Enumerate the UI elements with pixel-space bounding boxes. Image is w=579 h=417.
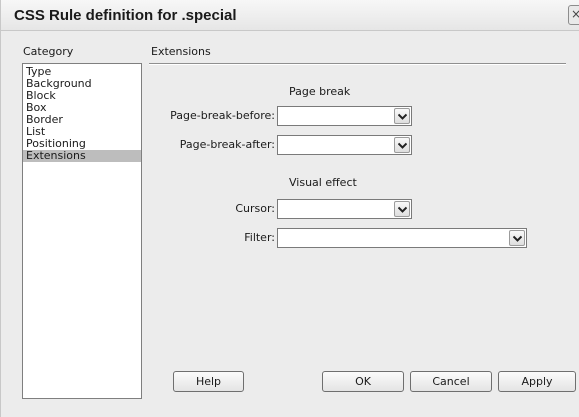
page-break-after-select[interactable] (277, 135, 412, 155)
header-divider (149, 63, 566, 65)
close-icon: × (570, 7, 579, 21)
page-break-before-label: Page-break-before: (170, 109, 275, 122)
category-item-extensions[interactable]: Extensions (23, 150, 141, 162)
chevron-down-icon[interactable] (394, 108, 410, 124)
page-break-after-label: Page-break-after: (179, 138, 275, 151)
page-break-before-select[interactable] (277, 106, 412, 126)
css-rule-dialog: CSS Rule definition for .special × Categ… (0, 0, 579, 417)
cursor-select[interactable] (277, 199, 412, 219)
ok-button[interactable]: OK (322, 371, 404, 392)
category-header: Category (23, 45, 74, 58)
panel-header: Extensions (151, 45, 211, 58)
title-bar[interactable]: CSS Rule definition for .special × (1, 0, 579, 31)
cancel-button[interactable]: Cancel (410, 371, 492, 392)
chevron-down-icon[interactable] (509, 230, 525, 246)
close-button[interactable]: × (568, 5, 579, 25)
filter-label: Filter: (244, 231, 275, 244)
page-break-section-title: Page break (289, 85, 351, 98)
apply-button[interactable]: Apply (498, 371, 576, 392)
visual-effect-section-title: Visual effect (289, 176, 357, 189)
chevron-down-icon[interactable] (394, 201, 410, 217)
category-list[interactable]: Type Background Block Box Border List Po… (22, 63, 142, 399)
help-button[interactable]: Help (173, 371, 244, 392)
cursor-label: Cursor: (235, 202, 275, 215)
chevron-down-icon[interactable] (394, 137, 410, 153)
filter-select[interactable] (277, 228, 527, 248)
dialog-title: CSS Rule definition for .special (14, 7, 237, 24)
